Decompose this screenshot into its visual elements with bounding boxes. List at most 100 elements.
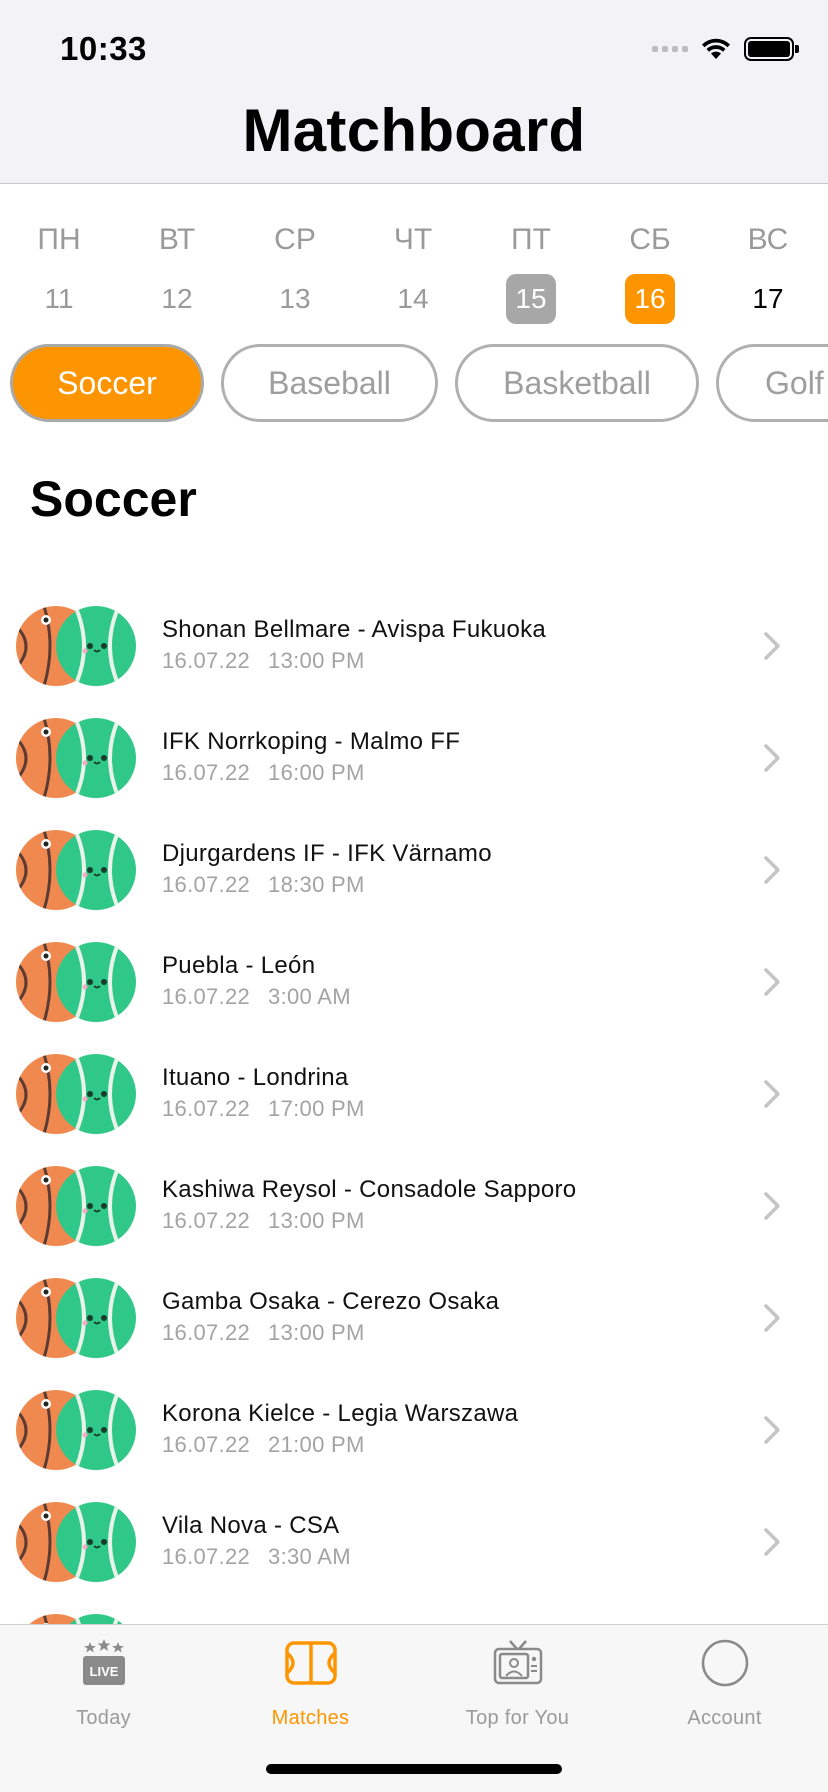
match-datetime: 16.07.22 13:00 PM — [162, 1208, 365, 1234]
tab-today[interactable]: LIVE Today — [0, 1625, 207, 1735]
tab-label-matches: Matches — [271, 1707, 350, 1729]
weekday-label: ПТ — [511, 223, 551, 256]
tennis-ball-avatar — [56, 1278, 136, 1358]
match-datetime: 16.07.22 16:00 PM — [162, 760, 365, 786]
match-title: Djurgardens IF - IFK Värnamo — [162, 840, 492, 867]
tab-top-for-you[interactable]: Top for You — [414, 1625, 621, 1735]
battery-icon — [744, 37, 799, 61]
team-avatars — [16, 606, 136, 686]
tv-icon — [493, 1640, 542, 1685]
tab-label-top-for-you: Top for You — [465, 1707, 570, 1729]
date-number: 17 — [752, 283, 784, 314]
list-item[interactable]: Ituano - Londrina 16.07.22 17:00 PM — [0, 1038, 828, 1150]
status-icons — [652, 36, 799, 62]
date-number: 11 — [44, 283, 74, 314]
match-datetime: 16.07.22 21:00 PM — [162, 1432, 365, 1458]
chip-golf[interactable]: Golf — [716, 344, 828, 422]
day-11[interactable]: ПН 11 — [19, 220, 99, 324]
match-title: Vila Nova - CSA — [162, 1512, 340, 1539]
match-date: 16.07.22 — [162, 872, 251, 897]
match-datetime: 16.07.22 13:00 PM — [162, 1320, 365, 1346]
weekday-label: СБ — [629, 223, 671, 256]
tennis-ball-face-icon — [74, 831, 120, 909]
team-avatars — [16, 1054, 136, 1134]
match-time: 13:00 PM — [268, 1208, 365, 1233]
tennis-ball-face-icon — [74, 1503, 120, 1581]
status-time: 10:33 — [60, 30, 147, 67]
list-item[interactable]: Vila Nova - CSA 16.07.22 3:30 AM — [0, 1486, 828, 1598]
match-time: 16:00 PM — [268, 760, 365, 785]
list-item[interactable]: IFK Norrkoping - Malmo FF 16.07.22 16:00 P… — [0, 702, 828, 814]
day-16[interactable]: СБ 16 — [610, 220, 690, 324]
tennis-ball-face-icon — [74, 1391, 120, 1469]
chip-baseball[interactable]: Baseball — [221, 344, 438, 422]
day-12[interactable]: ВТ 12 — [137, 220, 217, 324]
week-date-strip: ПН 11 ВТ 12 СР 13 ЧТ 14 ПТ 15 СБ 16 ВС 17 — [0, 220, 828, 324]
match-time: 18:30 PM — [268, 872, 365, 897]
chip-basketball[interactable]: Basketball — [455, 344, 699, 422]
list-item[interactable]: Gamba Osaka - Cerezo Osaka 16.07.22 13:00 … — [0, 1262, 828, 1374]
weekday-label: ВС — [747, 223, 789, 256]
chip-soccer[interactable]: Soccer — [10, 344, 204, 422]
list-item[interactable]: Shonan Bellmare - Avispa Fukuoka 16.07.22… — [0, 590, 828, 702]
day-13[interactable]: СР 13 — [255, 220, 335, 324]
date-number: 12 — [161, 283, 193, 314]
tab-account[interactable]: Account — [621, 1625, 828, 1735]
tennis-ball-face-icon — [74, 1055, 120, 1133]
tennis-ball-avatar — [56, 1054, 136, 1134]
section-title: Soccer — [30, 471, 197, 527]
day-14[interactable]: ЧТ 14 — [373, 220, 453, 324]
match-time: 21:00 PM — [268, 1432, 365, 1457]
navigation-header: 10:33 Matchboard — [0, 0, 828, 184]
chevron-right-icon — [764, 744, 780, 772]
sport-filter-chips: Soccer Baseball Basketball Golf — [0, 344, 828, 422]
tab-matches[interactable]: Matches — [207, 1625, 414, 1735]
date-number: 13 — [279, 283, 311, 314]
chevron-right-icon — [764, 1192, 780, 1220]
tennis-ball-face-icon — [74, 607, 120, 685]
tennis-ball-avatar — [56, 1502, 136, 1582]
tab-label-today: Today — [76, 1707, 131, 1729]
wifi-icon — [702, 38, 730, 59]
match-title: Shonan Bellmare - Avispa Fukuoka — [162, 616, 547, 643]
home-indicator[interactable] — [266, 1764, 562, 1774]
tab-label-account: Account — [687, 1707, 762, 1729]
tennis-ball-avatar — [56, 606, 136, 686]
match-date: 16.07.22 — [162, 1208, 251, 1233]
match-time: 3:00 AM — [268, 984, 351, 1009]
date-number: 15 — [506, 274, 556, 324]
tennis-ball-avatar — [56, 1166, 136, 1246]
list-item[interactable]: Puebla - León 16.07.22 3:00 AM — [0, 926, 828, 1038]
team-avatars — [16, 830, 136, 910]
weekday-label: ПН — [37, 223, 81, 256]
match-datetime: 16.07.22 3:00 AM — [162, 984, 351, 1010]
team-avatars — [16, 1390, 136, 1470]
day-17[interactable]: ВС 17 — [728, 220, 808, 324]
match-title: Puebla - León — [162, 952, 316, 979]
chevron-right-icon — [764, 1416, 780, 1444]
list-item[interactable]: Korona Kielce - Legia Warszawa 16.07.22 21… — [0, 1374, 828, 1486]
chevron-right-icon — [764, 968, 780, 996]
date-number: 16 — [625, 274, 675, 324]
match-title: Gamba Osaka - Cerezo Osaka — [162, 1288, 500, 1315]
live-stars-icon: LIVE — [82, 1639, 125, 1685]
tennis-ball-avatar — [56, 830, 136, 910]
account-circle-icon — [701, 1639, 748, 1687]
tennis-ball-avatar — [56, 1390, 136, 1470]
day-15[interactable]: ПТ 15 — [491, 220, 571, 324]
match-title: Kashiwa Reysol - Consadole Sapporo — [162, 1176, 577, 1203]
match-time: 3:30 AM — [268, 1544, 351, 1569]
team-avatars — [16, 1502, 136, 1582]
weekday-label: СР — [274, 223, 316, 256]
chevron-right-icon — [764, 632, 780, 660]
match-datetime: 16.07.22 17:00 PM — [162, 1096, 365, 1122]
match-date: 16.07.22 — [162, 1432, 251, 1457]
list-item[interactable]: Kashiwa Reysol - Consadole Sapporo 16.07.… — [0, 1150, 828, 1262]
weekday-label: ВТ — [158, 223, 196, 256]
match-date: 16.07.22 — [162, 1544, 251, 1569]
weekday-label: ЧТ — [393, 223, 433, 256]
chevron-right-icon — [764, 856, 780, 884]
match-title: Ituano - Londrina — [162, 1064, 349, 1091]
list-item[interactable]: Djurgardens IF - IFK Värnamo 16.07.22 18:3… — [0, 814, 828, 926]
team-avatars — [16, 1166, 136, 1246]
